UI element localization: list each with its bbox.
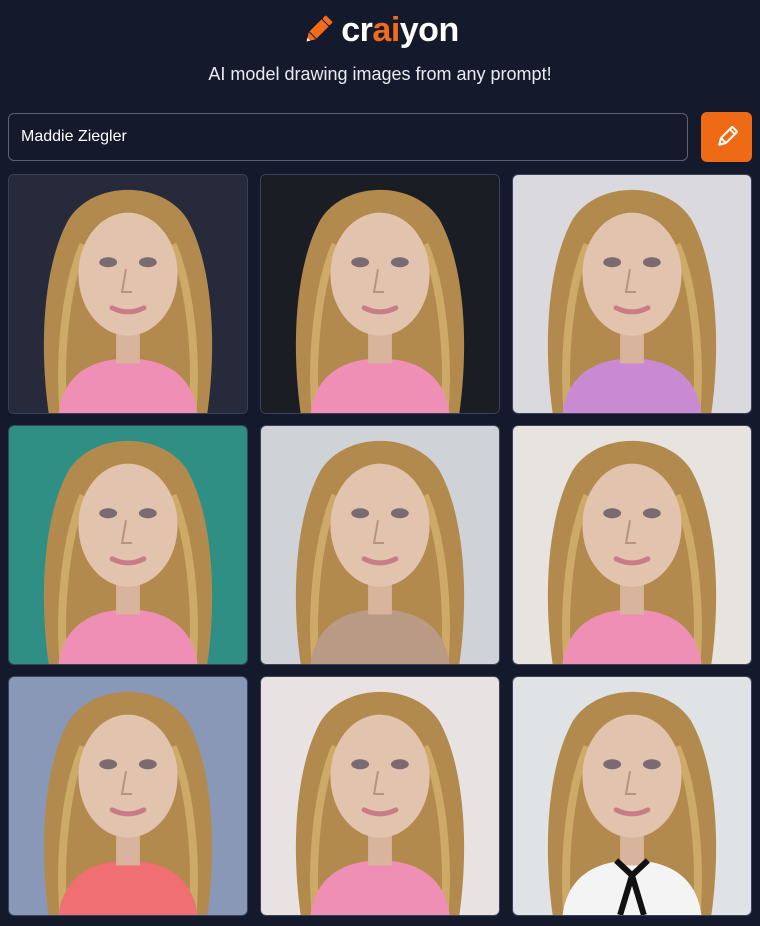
pencil-icon: [717, 126, 738, 146]
result-image[interactable]: [260, 676, 500, 916]
results-grid: [8, 174, 752, 918]
result-image[interactable]: [512, 676, 752, 916]
prompt-input[interactable]: [8, 113, 688, 161]
draw-button[interactable]: [701, 112, 752, 162]
result-image[interactable]: [8, 676, 248, 916]
result-image[interactable]: [512, 174, 752, 414]
result-image[interactable]: [260, 174, 500, 414]
craiyon-logo[interactable]: craiyon: [0, 10, 760, 50]
result-image[interactable]: [512, 425, 752, 665]
result-image[interactable]: [8, 174, 248, 414]
logo-text: craiyon: [341, 11, 459, 49]
pencil-icon: [306, 15, 333, 42]
result-image[interactable]: [8, 425, 248, 665]
header: craiyon AI model drawing images from any…: [0, 0, 760, 100]
result-image[interactable]: [260, 425, 500, 665]
tagline: AI model drawing images from any prompt!: [208, 64, 552, 84]
